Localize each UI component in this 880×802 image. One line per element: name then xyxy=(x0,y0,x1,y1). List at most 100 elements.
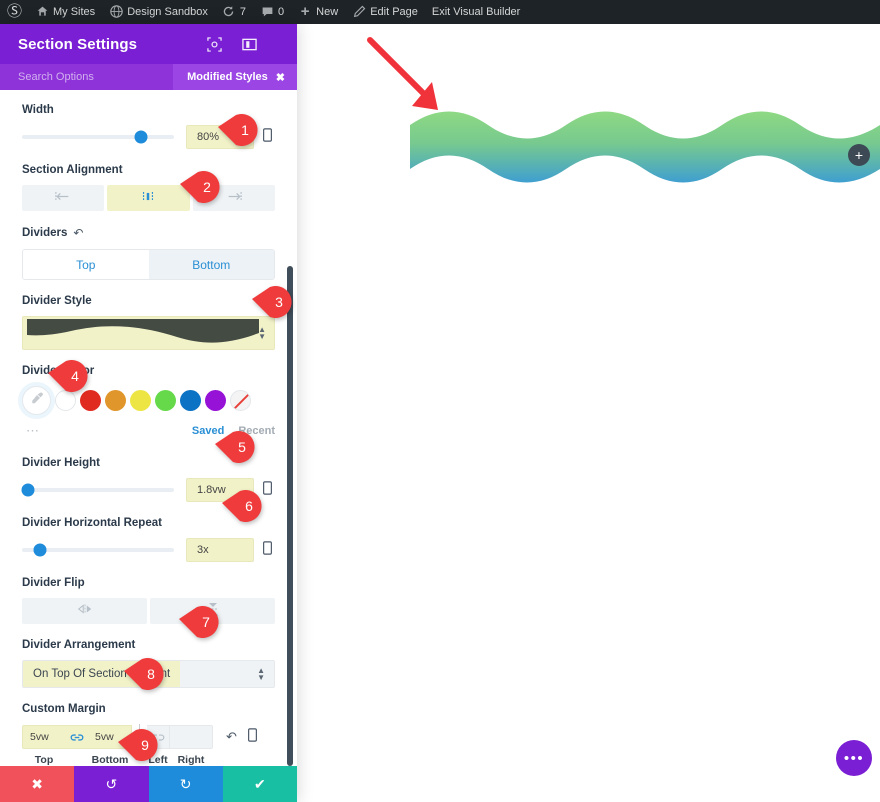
modified-styles-filter[interactable]: Modified Styles ✖ xyxy=(173,64,297,90)
callout-badge-8: 8 xyxy=(124,657,170,691)
divider-repeat-slider[interactable] xyxy=(22,543,174,557)
more-dots-icon[interactable]: ⋯ xyxy=(22,423,40,439)
callout-badge-6: 6 xyxy=(222,489,268,523)
reset-icon[interactable]: ↶ xyxy=(226,729,237,745)
align-center-icon xyxy=(140,189,156,207)
save-changes-button[interactable]: ✔ xyxy=(222,766,297,802)
adminbar-item-exit-visual-builder[interactable]: Exit Visual Builder xyxy=(425,0,527,24)
mobile-icon[interactable] xyxy=(263,540,275,560)
page-preview-canvas[interactable]: + ••• xyxy=(297,24,880,802)
callout-badge-2: 2 xyxy=(180,170,226,204)
tab-top[interactable]: Top xyxy=(23,250,149,279)
close-icon[interactable]: ✖ xyxy=(276,71,285,84)
redo-icon: ↻ xyxy=(179,775,192,792)
divider-height-slider[interactable] xyxy=(21,483,174,497)
adminbar-item-updates[interactable]: 7 xyxy=(215,0,253,24)
adminbar-item-site[interactable]: Design Sandbox xyxy=(102,0,215,24)
adminbar-item-comments[interactable]: 0 xyxy=(253,0,291,24)
callout-badge-3: 3 xyxy=(252,285,298,319)
color-swatch-green[interactable] xyxy=(155,390,176,411)
divider-style-select[interactable]: ▲ ▼ xyxy=(22,316,275,350)
field-divider-style: Divider Style ▲ ▼ xyxy=(22,295,275,350)
adminbar-item-new[interactable]: + New xyxy=(291,0,345,24)
field-label: Section Alignment xyxy=(22,164,123,176)
flip-horizontal-button[interactable] xyxy=(22,598,147,624)
custom-color-picker-button[interactable] xyxy=(22,386,51,415)
callout-badge-9: 9 xyxy=(118,728,164,762)
margin-top-input[interactable]: 5vw xyxy=(22,725,66,749)
section-wave-divider[interactable] xyxy=(410,103,880,193)
margin-right-input[interactable] xyxy=(169,725,213,749)
callout-badge-1: 1 xyxy=(218,113,264,147)
divider-repeat-value: 3x xyxy=(197,544,209,556)
color-swatch-white[interactable] xyxy=(55,390,76,411)
wordpress-logo-icon: Ⓢ xyxy=(7,3,23,20)
callout-number: 7 xyxy=(202,614,210,630)
search-input[interactable] xyxy=(0,64,174,90)
adminbar-label: Edit Page xyxy=(370,6,418,18)
undo-icon: ↺ xyxy=(105,775,118,792)
adminbar-label: New xyxy=(316,6,339,18)
mobile-icon[interactable] xyxy=(247,727,257,747)
width-slider-knob[interactable] xyxy=(134,130,148,144)
width-slider[interactable] xyxy=(22,130,174,144)
focus-target-icon[interactable] xyxy=(207,36,222,52)
align-left-button[interactable] xyxy=(22,185,105,211)
flip-horizontal-icon xyxy=(77,602,93,620)
tab-bottom[interactable]: Bottom xyxy=(148,250,274,279)
field-dividers: Dividers ↶ Top Bottom xyxy=(22,226,275,280)
mobile-icon[interactable] xyxy=(263,127,275,147)
margin-label-right: Right xyxy=(177,754,205,766)
add-section-button[interactable]: + xyxy=(848,144,870,166)
field-label: Divider Style xyxy=(22,295,92,307)
callout-number: 8 xyxy=(147,666,155,682)
color-swatch-yellow[interactable] xyxy=(130,390,151,411)
margin-actions: ↶ xyxy=(226,727,257,747)
discard-changes-button[interactable]: ✖ xyxy=(0,766,75,802)
panel-action-bar: ✖ ↺ ↻ ✔ xyxy=(0,766,297,802)
pencil-icon xyxy=(352,5,366,19)
color-swatch-blue[interactable] xyxy=(180,390,201,411)
adminbar-label: Design Sandbox xyxy=(127,6,208,18)
panel-header: Section Settings xyxy=(0,24,297,64)
color-swatch-orange[interactable] xyxy=(105,390,126,411)
undo-button[interactable]: ↺ xyxy=(74,766,149,802)
panel-scrollbar-thumb[interactable] xyxy=(287,266,293,766)
adminbar-item-edit-page[interactable]: Edit Page xyxy=(345,0,425,24)
callout-number: 6 xyxy=(245,498,253,514)
field-label: Custom Margin xyxy=(22,703,106,715)
field-label: Dividers ↶ xyxy=(22,226,275,240)
redo-button[interactable]: ↻ xyxy=(148,766,223,802)
adminbar-item-my-sites[interactable]: My Sites xyxy=(28,0,102,24)
modified-styles-label: Modified Styles xyxy=(187,71,268,83)
callout-number: 1 xyxy=(241,122,249,138)
field-label: Divider Arrangement xyxy=(22,639,136,651)
divider-repeat-control-row: 3x xyxy=(22,538,275,562)
align-left-icon xyxy=(55,189,71,207)
color-swatch-none[interactable] xyxy=(230,390,251,411)
builder-menu-fab-button[interactable]: ••• xyxy=(836,740,872,776)
reset-icon[interactable]: ↶ xyxy=(73,226,83,240)
add-section-label: + xyxy=(854,147,864,163)
align-center-button[interactable] xyxy=(107,185,190,211)
color-swatch-purple[interactable] xyxy=(205,390,226,411)
divider-repeat-value-input[interactable]: 3x xyxy=(186,538,254,562)
divider-flip-group xyxy=(22,598,275,624)
comments-icon xyxy=(260,5,274,19)
screen-root: Ⓢ My Sites Design Sandbox 7 0 + New Edit… xyxy=(0,0,880,802)
link-icon[interactable] xyxy=(66,725,88,749)
divider-height-slider-knob[interactable] xyxy=(21,483,35,497)
adminbar-item-wordpress[interactable]: Ⓢ xyxy=(0,0,28,24)
updates-count: 7 xyxy=(239,6,247,18)
site-icon xyxy=(109,5,123,19)
select-caret-icon: ▲ ▼ xyxy=(257,666,265,682)
panel-scrollbar[interactable] xyxy=(286,90,294,766)
divider-repeat-slider-knob[interactable] xyxy=(33,543,47,557)
callout-number: 5 xyxy=(238,439,246,455)
field-divider-horizontal-repeat: Divider Horizontal Repeat 3x xyxy=(22,517,275,562)
check-icon: ✔ xyxy=(254,775,266,792)
color-swatch-red[interactable] xyxy=(80,390,101,411)
my-sites-icon xyxy=(35,5,49,19)
margin-label-top: Top xyxy=(34,754,54,766)
layout-panel-icon[interactable] xyxy=(242,37,257,52)
